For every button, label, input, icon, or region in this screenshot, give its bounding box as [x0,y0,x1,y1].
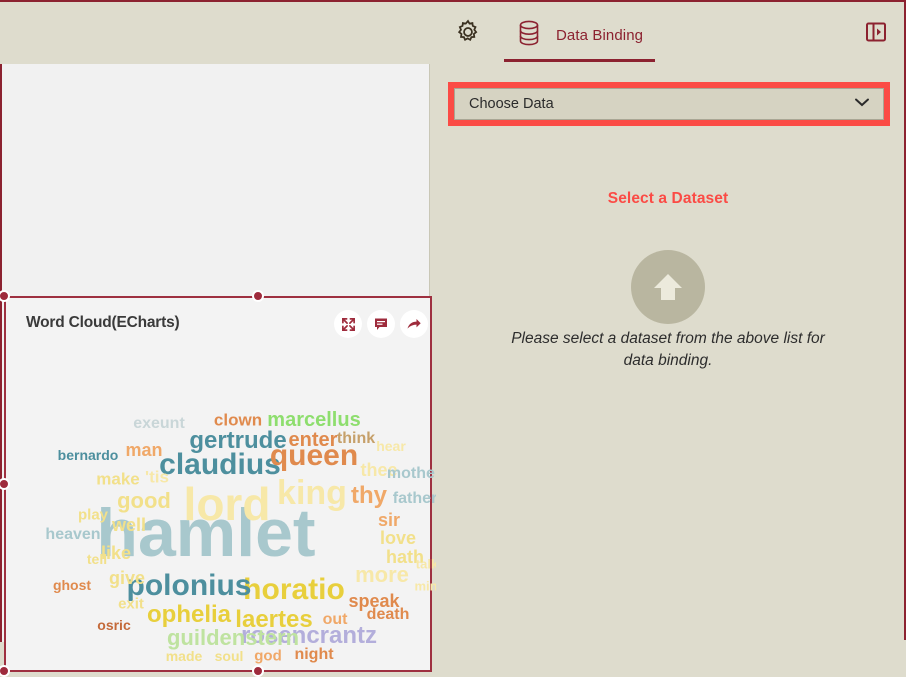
tab-data-binding[interactable]: Data Binding [504,12,656,62]
word-cloud-term[interactable]: out [323,612,348,628]
word-cloud-term[interactable]: marcellus [267,410,360,430]
word-cloud-term[interactable]: man [125,441,162,459]
word-cloud-term[interactable]: thy [351,484,387,508]
word-cloud-term[interactable]: mother [387,466,436,482]
word-cloud-term[interactable]: talk [416,558,436,571]
word-cloud-term[interactable]: enter [289,430,338,450]
resize-handle-top-center[interactable] [252,290,264,302]
word-cloud-term[interactable]: guildenstern [167,627,299,649]
word-cloud-term[interactable]: 'tis [145,469,169,486]
data-binding-panel: Data Binding Choose Data Select a Datase… [432,0,906,640]
word-cloud-term[interactable]: horatio [243,575,345,605]
word-cloud-term[interactable]: polonius [127,571,252,601]
canvas-toolbar [0,2,432,64]
word-cloud-term[interactable]: bernardo [58,448,119,462]
word-cloud-term[interactable]: god [254,649,282,664]
word-cloud-term[interactable]: death [367,607,410,623]
panel-tab-bar: Data Binding [432,2,904,64]
word-cloud-term[interactable]: mind [414,580,436,593]
gear-icon [454,18,482,51]
widget-header: Word Cloud(ECharts) [6,298,430,350]
canvas-sheet[interactable]: Word Cloud(ECharts) hamlet lord claudius… [0,64,436,677]
word-cloud-plot[interactable]: hamlet lord claudius queen king horatio poloni… [6,348,436,668]
word-cloud-term[interactable]: lord [184,481,271,527]
widget-title: Word Cloud(ECharts) [26,314,180,331]
word-cloud-term[interactable]: well [112,516,146,534]
database-icon [516,19,542,52]
comment-icon[interactable] [367,310,395,338]
word-cloud-term[interactable]: clown [214,412,262,429]
upload-arrow-icon [631,250,705,324]
dataset-dropdown-label: Choose Data [469,96,554,112]
word-cloud-term[interactable]: night [294,647,333,663]
word-cloud-term[interactable]: made [166,649,203,663]
dataset-dropdown-highlight: Choose Data [448,82,890,126]
expand-icon[interactable] [334,310,362,338]
resize-handle-bottom-left[interactable] [0,665,10,677]
panel-collapse-icon [864,20,888,49]
word-cloud-term[interactable]: claudius [159,450,281,480]
word-cloud-term[interactable]: play [78,508,108,523]
annotation-caption: Select a Dataset [607,190,729,207]
dataset-dropdown[interactable]: Choose Data [454,88,884,120]
design-canvas[interactable]: Word Cloud(ECharts) hamlet lord claudius… [0,0,436,677]
word-cloud-term[interactable]: tell [87,552,107,566]
chevron-down-icon [853,95,871,113]
panel-collapse-button[interactable] [862,20,890,48]
word-cloud-term[interactable]: more [355,564,409,586]
widget-actions [334,310,428,338]
word-cloud-term[interactable]: king [277,476,347,510]
word-cloud-term[interactable]: ghost [53,578,91,592]
word-cloud-term[interactable]: osric [97,618,130,632]
word-cloud-term[interactable]: soul [215,649,244,663]
word-cloud-term[interactable]: sir [378,511,400,529]
word-cloud-term[interactable]: exeunt [133,416,185,432]
word-cloud-term[interactable]: think [337,431,375,447]
word-cloud-term[interactable]: hear [376,439,406,453]
word-cloud-term[interactable]: ophelia [147,603,231,627]
word-cloud-term[interactable]: good [117,490,171,512]
word-cloud-term[interactable]: give [109,569,145,587]
tab-settings[interactable] [448,16,488,52]
word-cloud-term[interactable]: exit [118,597,144,612]
word-cloud-widget[interactable]: Word Cloud(ECharts) hamlet lord claudius… [4,296,436,672]
tab-data-binding-label: Data Binding [556,27,644,44]
word-cloud-term[interactable]: father [393,491,436,507]
resize-handle-bottom-center[interactable] [252,665,264,677]
word-cloud-term[interactable]: make [96,471,139,488]
share-icon[interactable] [400,310,428,338]
word-cloud-term[interactable]: heaven [45,527,100,543]
app-root: Word Cloud(ECharts) hamlet lord claudius… [0,0,906,677]
word-cloud-term[interactable]: gertrude [189,429,286,453]
word-cloud-term[interactable]: love [380,529,416,547]
empty-state-message: Please select a dataset from the above l… [511,330,825,370]
